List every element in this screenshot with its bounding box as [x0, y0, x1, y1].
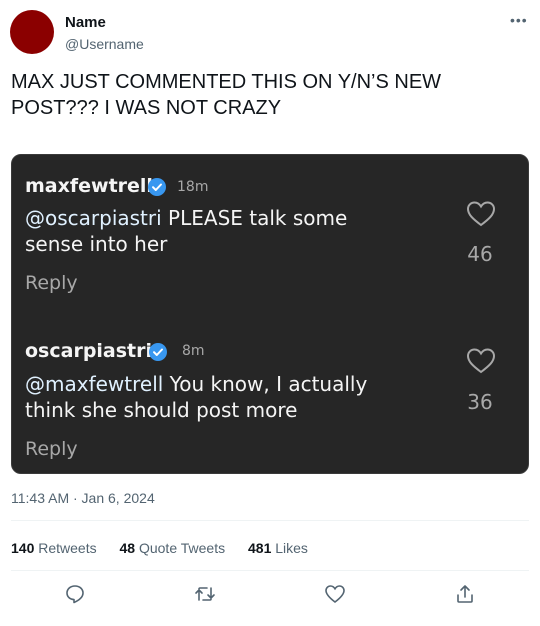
comment-text: @oscarpiastri PLEASE talk some sense int…: [25, 205, 405, 257]
comment-text: @maxfewtrell You know, I actually think …: [25, 371, 405, 423]
quotes-label: Quote Tweets: [138, 540, 226, 556]
likes-stat[interactable]: 481 Likes: [248, 540, 308, 556]
tweet-text: MAX JUST COMMENTED THIS ON Y/N’S NEW POS…: [11, 71, 442, 119]
comment-time: 18m: [177, 179, 209, 195]
comment-mention: @maxfewtrell: [25, 372, 164, 396]
more-options-icon[interactable]: •••: [510, 12, 528, 28]
engagement-stats: 140 Retweets 48 Quote Tweets 481 Likes: [11, 540, 327, 556]
likes-label: Likes: [275, 540, 308, 556]
avatar[interactable]: [10, 10, 54, 54]
comment-reply-link: Reply: [25, 438, 78, 460]
likes-count: 481: [248, 540, 272, 556]
comment-username: maxfewtrell: [25, 175, 153, 197]
comment-like-count: 46: [467, 242, 493, 266]
retweets-stat[interactable]: 140 Retweets: [11, 540, 97, 556]
like-icon[interactable]: [324, 583, 346, 605]
reply-icon[interactable]: [64, 583, 86, 605]
heart-icon: [466, 201, 496, 227]
comment-reply-link: Reply: [25, 272, 78, 294]
verified-badge-icon: [148, 178, 166, 196]
retweets-count: 140: [11, 540, 35, 556]
author-handle[interactable]: @Username: [65, 36, 144, 52]
retweet-icon[interactable]: [194, 583, 216, 605]
divider: [11, 570, 529, 571]
quotes-stat[interactable]: 48 Quote Tweets: [120, 540, 226, 556]
comment-time: 8m: [182, 343, 205, 359]
comment-username: oscarpiastri: [25, 340, 153, 362]
author-name[interactable]: Name: [65, 14, 106, 31]
heart-icon: [466, 348, 496, 374]
divider: [11, 520, 529, 521]
tweet-timestamp[interactable]: 11:43 AM · Jan 6, 2024: [11, 490, 155, 506]
quotes-count: 48: [119, 540, 136, 556]
embedded-screenshot[interactable]: maxfewtrell 18m @oscarpiastri PLEASE tal…: [11, 154, 529, 474]
share-icon[interactable]: [454, 583, 476, 605]
comment-like-count: 36: [467, 390, 493, 414]
verified-badge-icon: [149, 343, 167, 361]
comment-mention: @oscarpiastri: [25, 206, 162, 230]
retweets-label: Retweets: [38, 540, 97, 556]
